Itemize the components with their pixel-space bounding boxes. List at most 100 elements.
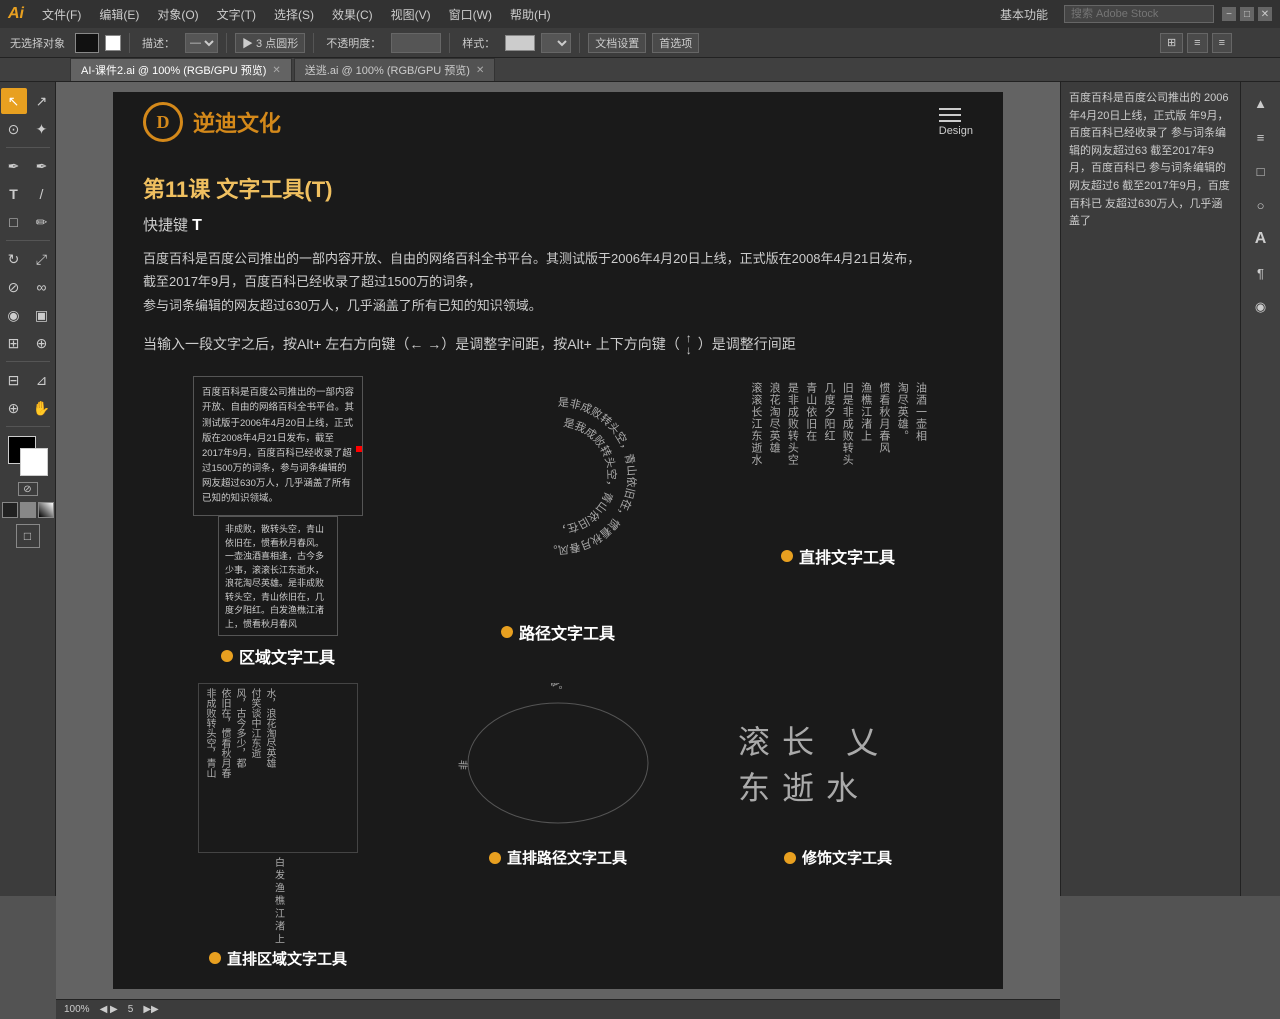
- opacity-label: 不透明度：: [322, 33, 385, 53]
- direct-select-tool[interactable]: ↗: [29, 88, 55, 114]
- stock-search[interactable]: [1064, 5, 1214, 23]
- brand-d-logo: D: [157, 112, 170, 133]
- panel-para[interactable]: ¶: [1246, 258, 1276, 288]
- desc-line-1: 百度百科是百度公司推出的一部内容开放、自由的网络百科全书平台。其测试版于2006…: [143, 247, 973, 270]
- style-swatch[interactable]: [505, 35, 535, 51]
- menu-object[interactable]: 对象(O): [149, 4, 206, 25]
- magic-wand-tool[interactable]: ✦: [29, 116, 55, 142]
- rotate-tool[interactable]: ↻: [1, 246, 27, 272]
- scale-tool[interactable]: ⤢: [29, 246, 55, 272]
- lasso-tool[interactable]: ⊙: [1, 116, 27, 142]
- panel-glyph[interactable]: ◉: [1246, 292, 1276, 322]
- type-tool[interactable]: T: [1, 181, 27, 207]
- tool-sep-4: [6, 426, 50, 427]
- artboard-tool[interactable]: ⊟: [1, 367, 27, 393]
- background-color[interactable]: [20, 448, 48, 476]
- add-anchor-tool[interactable]: ✒: [29, 153, 55, 179]
- selection-tools: ↖ ↗: [1, 88, 55, 114]
- eyedropper-tool[interactable]: ◉: [1, 302, 27, 328]
- opacity-input[interactable]: 100%: [391, 33, 441, 53]
- vertical-text-box: 滚滚长江东逝水 浪花淘尽英雄 是非成败转头空 青山依旧在 几度夕阳红 旧是非成败…: [743, 376, 934, 536]
- hand-tool[interactable]: ✋: [29, 395, 55, 421]
- vertical-path-label-wrap: 直排路径文字工具: [489, 847, 627, 868]
- tab-1-close[interactable]: ✕: [272, 65, 280, 76]
- doc-settings-button[interactable]: 文档设置: [588, 33, 646, 53]
- window-controls: − □ ✕: [1222, 7, 1272, 21]
- panel-circle[interactable]: ○: [1246, 190, 1276, 220]
- color-mode-3[interactable]: [38, 502, 54, 518]
- menu-view[interactable]: 视图(V): [383, 4, 439, 25]
- paintbrush-tool[interactable]: ✏: [29, 209, 55, 235]
- shape-builder-tool[interactable]: ⊕: [29, 330, 55, 356]
- shortcut-line: 快捷键 T: [143, 214, 973, 235]
- close-button[interactable]: ✕: [1258, 7, 1272, 21]
- orange-dot-1: [221, 650, 233, 662]
- maximize-button[interactable]: □: [1240, 7, 1254, 21]
- slice-tool[interactable]: ⊿: [29, 367, 55, 393]
- line-tool[interactable]: /: [29, 181, 55, 207]
- gradient-tool[interactable]: ▣: [29, 302, 55, 328]
- mesh-tool[interactable]: ⊞: [1, 330, 27, 356]
- menu-effect[interactable]: 效果(C): [324, 4, 381, 25]
- panel-align[interactable]: ≡: [1246, 122, 1276, 152]
- vert-col-10: 油酒一壶相: [913, 382, 927, 530]
- panel-toggle-button[interactable]: ⊞: [1160, 33, 1183, 53]
- menu-bar: Ai 文件(F) 编辑(E) 对象(O) 文字(T) 选择(S) 效果(C) 视…: [0, 0, 1280, 28]
- color-boxes: [8, 436, 48, 476]
- desc-line-3: 参与词条编辑的网友超过630万人，几乎涵盖了所有已知的知识领域。: [143, 294, 973, 317]
- tab-2[interactable]: 送逃.ai @ 100% (RGB/GPU 预览) ✕: [294, 58, 496, 81]
- vertical-text-label-wrap: 直排文字工具: [781, 544, 895, 568]
- text-overflow-indicator: [356, 446, 362, 452]
- design-label: Design: [939, 125, 973, 137]
- path-text-label: 路径文字工具: [519, 620, 615, 644]
- menu-window[interactable]: 窗口(W): [441, 4, 500, 25]
- screen-mode-btn[interactable]: □: [16, 524, 40, 548]
- hamburger-menu[interactable]: Design: [939, 108, 973, 137]
- menu-file[interactable]: 文件(F): [34, 4, 89, 25]
- hamburger-line-1: [939, 108, 961, 110]
- brand-section: D 逆迪文化: [143, 102, 281, 142]
- vertical-path-svg: 非成败转头空，白发渔樵江渚上惯看秋月春风，滚滚长江东逝水浪花淘尽英雄。: [458, 683, 658, 843]
- fill-color-box[interactable]: [105, 35, 121, 51]
- stroke-select[interactable]: —: [185, 33, 218, 53]
- area-text-content: 百度百科是百度公司推出的一部内容开放、自由的网络百科全书平台。其测试版于2006…: [202, 385, 354, 507]
- description-text: 百度百科是百度公司推出的一部内容开放、自由的网络百科全书平台。其测试版于2006…: [143, 247, 973, 317]
- area-text-example: 百度百科是百度公司推出的一部内容开放、自由的网络百科全书平台。其测试版于2006…: [143, 376, 413, 668]
- vert-area-col-5: 水，浪花淘尽英雄: [263, 688, 276, 848]
- more-button[interactable]: ≡: [1212, 33, 1232, 53]
- selection-tool[interactable]: ↖: [1, 88, 27, 114]
- panel-scroll-up[interactable]: ▲: [1246, 88, 1276, 118]
- vert-col-4: 青山依旧在: [803, 382, 817, 530]
- type-tools: T /: [1, 181, 55, 207]
- area-text-label-wrap: 区域文字工具: [221, 644, 335, 668]
- app-logo: Ai: [8, 5, 24, 23]
- canvas-area[interactable]: D 逆迪文化 Design 第11课: [56, 82, 1060, 999]
- color-mode-1[interactable]: [2, 502, 18, 518]
- style-select[interactable]: [541, 33, 571, 53]
- blend-tool[interactable]: ∞: [29, 274, 55, 300]
- tab-2-close[interactable]: ✕: [476, 65, 484, 76]
- menu-select[interactable]: 选择(S): [266, 4, 322, 25]
- preferences-button[interactable]: 首选项: [652, 33, 699, 53]
- menu-help[interactable]: 帮助(H): [502, 4, 559, 25]
- vert-col-5: 几度夕阳红: [822, 382, 836, 530]
- vert-area-col-3: 风，古今多少，都: [233, 688, 246, 848]
- zoom-tool[interactable]: ⊕: [1, 395, 27, 421]
- menu-edit[interactable]: 编辑(E): [91, 4, 147, 25]
- color-mode-2[interactable]: [20, 502, 36, 518]
- panel-rect[interactable]: □: [1246, 156, 1276, 186]
- menu-type[interactable]: 文字(T): [209, 4, 264, 25]
- vert-col-7: 渔樵江渚上: [858, 382, 872, 530]
- shear-tool[interactable]: ⊘: [1, 274, 27, 300]
- pen-tool[interactable]: ✒: [1, 153, 27, 179]
- tab-1[interactable]: AI-课件2.ai @ 100% (RGB/GPU 预览) ✕: [70, 58, 292, 81]
- no-color-btn[interactable]: ⊘: [18, 482, 38, 496]
- arrange-button[interactable]: ≡: [1187, 33, 1207, 53]
- minimize-button[interactable]: −: [1222, 7, 1236, 21]
- panel-type[interactable]: A: [1246, 224, 1276, 254]
- workspace-selector[interactable]: 基本功能: [992, 4, 1056, 25]
- points-selector[interactable]: ▶ 3 点圆形: [235, 33, 305, 53]
- decoration-label-wrap: 修饰文字工具: [784, 847, 892, 868]
- stroke-color-box[interactable]: [75, 33, 99, 53]
- shape-tool[interactable]: □: [1, 209, 27, 235]
